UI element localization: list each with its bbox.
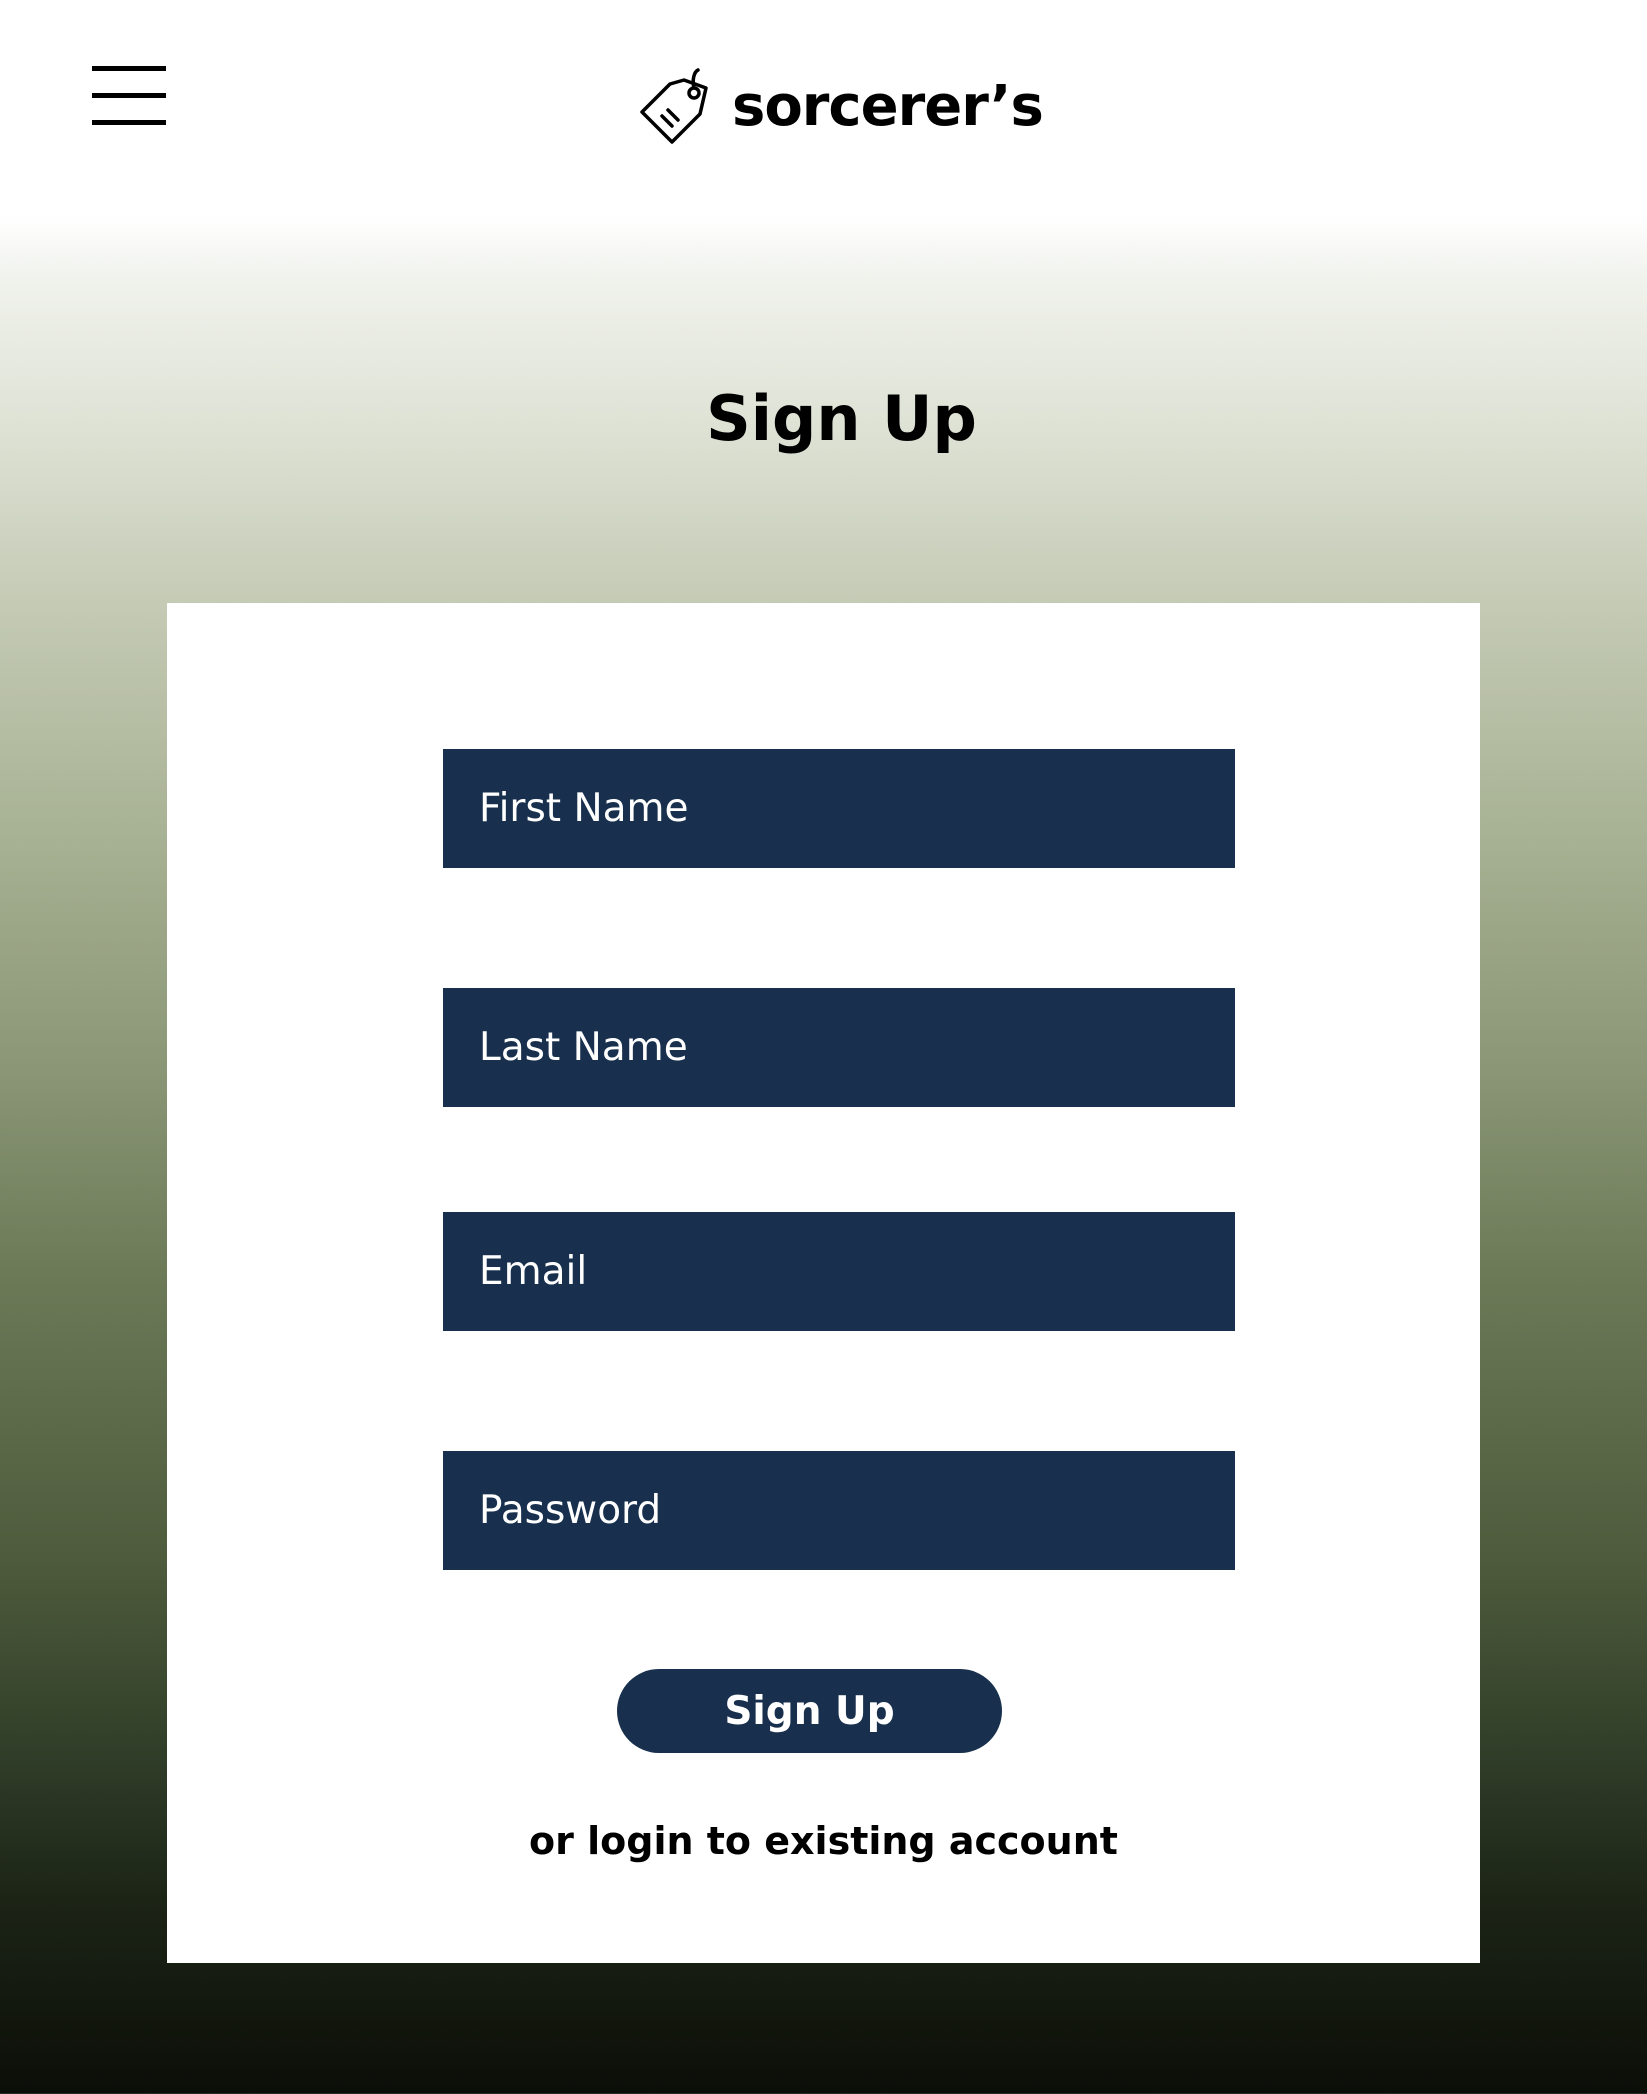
page-title: Sign Up (706, 382, 977, 455)
email-field[interactable] (443, 1212, 1235, 1331)
last-name-input[interactable] (479, 1025, 1199, 1070)
logo-text: sorcerer’s (732, 73, 1044, 139)
last-name-field[interactable] (443, 988, 1235, 1107)
price-tag-icon (640, 68, 708, 144)
site-logo[interactable]: sorcerer’s (638, 64, 1044, 148)
sign-up-button[interactable]: Sign Up (617, 1669, 1002, 1753)
site-header: sorcerer’s (0, 0, 1647, 215)
hamburger-menu-icon[interactable] (90, 66, 168, 126)
first-name-input[interactable] (479, 786, 1199, 831)
login-existing-account-link[interactable]: or login to existing account (167, 1819, 1480, 1863)
signup-form-card: Sign Up or login to existing account (167, 603, 1480, 1963)
password-input[interactable] (479, 1488, 1199, 1533)
email-input[interactable] (479, 1249, 1199, 1294)
first-name-field[interactable] (443, 749, 1235, 868)
password-field[interactable] (443, 1451, 1235, 1570)
